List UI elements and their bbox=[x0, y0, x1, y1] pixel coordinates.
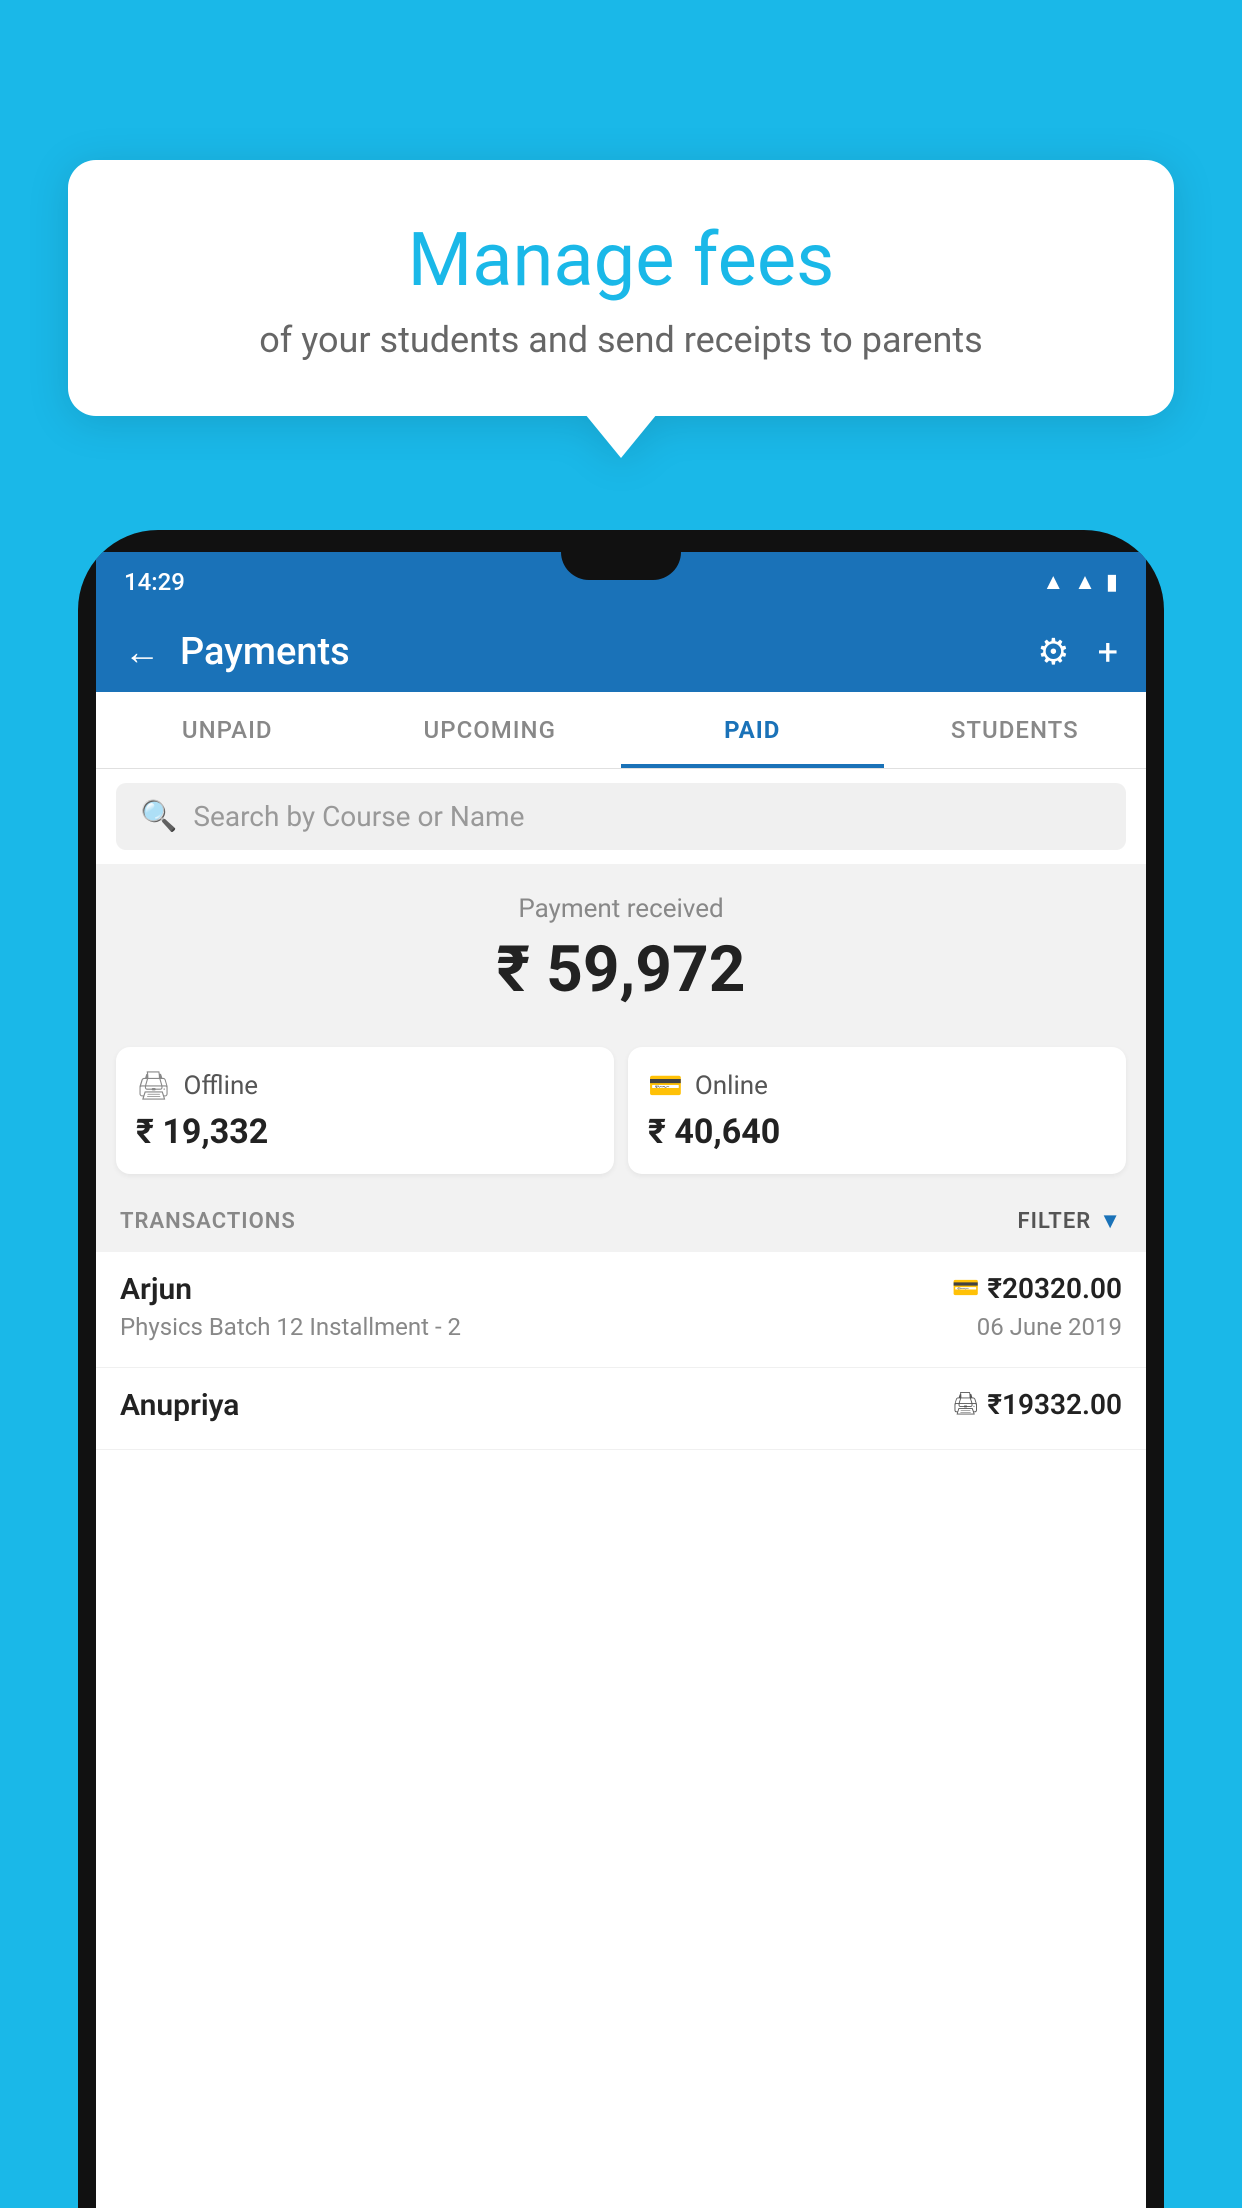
transaction-amount-1: ₹20320.00 bbox=[987, 1272, 1122, 1305]
transaction-amount-row-1: 💳 ₹20320.00 bbox=[952, 1272, 1122, 1305]
header-left: ← Payments bbox=[124, 630, 350, 674]
back-button[interactable]: ← bbox=[124, 631, 160, 673]
header-right: ⚙ + bbox=[1037, 631, 1118, 673]
settings-icon[interactable]: ⚙ bbox=[1037, 631, 1069, 673]
filter-label: FILTER bbox=[1018, 1209, 1092, 1234]
online-card: 💳 Online ₹ 40,640 bbox=[628, 1047, 1126, 1174]
payment-summary: Payment received ₹ 59,972 bbox=[96, 864, 1146, 1047]
filter-button[interactable]: FILTER ▼ bbox=[1018, 1208, 1122, 1234]
phone-frame: 14:29 ▲ ▲ ▮ ← Payments ⚙ + UNPAID UPCO bbox=[78, 530, 1164, 2208]
search-bar[interactable]: 🔍 Search by Course or Name bbox=[116, 783, 1126, 850]
tab-unpaid[interactable]: UNPAID bbox=[96, 692, 359, 768]
online-label: Online bbox=[695, 1071, 768, 1101]
add-icon[interactable]: + bbox=[1098, 631, 1118, 673]
app-screen: ← Payments ⚙ + UNPAID UPCOMING PAID STUD… bbox=[96, 612, 1146, 2208]
table-row[interactable]: Arjun 💳 ₹20320.00 Physics Batch 12 Insta… bbox=[96, 1252, 1146, 1368]
status-icons: ▲ ▲ ▮ bbox=[1042, 569, 1118, 595]
offline-amount: ₹ 19,332 bbox=[136, 1112, 594, 1152]
status-time: 14:29 bbox=[124, 568, 185, 596]
offline-icon: 🖨 bbox=[136, 1069, 172, 1102]
tab-upcoming[interactable]: UPCOMING bbox=[359, 692, 622, 768]
search-container: 🔍 Search by Course or Name bbox=[96, 769, 1146, 864]
payment-amount: ₹ 59,972 bbox=[116, 932, 1126, 1007]
bubble-title: Manage fees bbox=[118, 220, 1124, 301]
transaction-row-2: Anupriya 🖨 ₹19332.00 bbox=[120, 1388, 1122, 1423]
transaction-name-2: Anupriya bbox=[120, 1388, 239, 1423]
battery-icon: ▮ bbox=[1106, 570, 1118, 595]
app-header: ← Payments ⚙ + bbox=[96, 612, 1146, 692]
notch bbox=[561, 552, 681, 580]
offline-payment-icon: 🖨 bbox=[951, 1392, 979, 1417]
payment-cards: 🖨 Offline ₹ 19,332 💳 Online ₹ 40,640 bbox=[96, 1047, 1146, 1174]
offline-card: 🖨 Offline ₹ 19,332 bbox=[116, 1047, 614, 1174]
offline-card-header: 🖨 Offline bbox=[136, 1069, 594, 1102]
signal-icon: ▲ bbox=[1074, 569, 1096, 595]
transaction-course-1: Physics Batch 12 Installment - 2 bbox=[120, 1313, 461, 1341]
online-amount: ₹ 40,640 bbox=[648, 1112, 1106, 1152]
transaction-amount-row-2: 🖨 ₹19332.00 bbox=[951, 1388, 1122, 1421]
header-title: Payments bbox=[180, 630, 350, 674]
transaction-row-1: Arjun 💳 ₹20320.00 bbox=[120, 1272, 1122, 1307]
tab-paid[interactable]: PAID bbox=[621, 692, 884, 768]
transaction-detail-row-1: Physics Batch 12 Installment - 2 06 June… bbox=[120, 1313, 1122, 1341]
tab-students[interactable]: STUDENTS bbox=[884, 692, 1147, 768]
transactions-list: Arjun 💳 ₹20320.00 Physics Batch 12 Insta… bbox=[96, 1252, 1146, 2208]
online-card-header: 💳 Online bbox=[648, 1069, 1106, 1102]
transactions-header: TRANSACTIONS FILTER ▼ bbox=[96, 1190, 1146, 1252]
speech-bubble: Manage fees of your students and send re… bbox=[68, 160, 1174, 416]
transactions-label: TRANSACTIONS bbox=[120, 1209, 296, 1234]
transaction-name-1: Arjun bbox=[120, 1272, 192, 1307]
card-payment-icon: 💳 bbox=[952, 1276, 979, 1301]
wifi-icon: ▲ bbox=[1042, 569, 1064, 595]
online-icon: 💳 bbox=[648, 1069, 683, 1102]
filter-icon: ▼ bbox=[1099, 1208, 1122, 1234]
transaction-amount-2: ₹19332.00 bbox=[987, 1388, 1122, 1421]
search-input[interactable]: Search by Course or Name bbox=[193, 800, 524, 833]
search-icon: 🔍 bbox=[140, 799, 177, 834]
table-row[interactable]: Anupriya 🖨 ₹19332.00 bbox=[96, 1368, 1146, 1450]
status-bar: 14:29 ▲ ▲ ▮ bbox=[96, 552, 1146, 612]
offline-label: Offline bbox=[184, 1071, 259, 1101]
payment-received-label: Payment received bbox=[116, 894, 1126, 924]
bubble-subtitle: of your students and send receipts to pa… bbox=[118, 319, 1124, 361]
transaction-date-1: 06 June 2019 bbox=[977, 1313, 1122, 1341]
tabs: UNPAID UPCOMING PAID STUDENTS bbox=[96, 692, 1146, 769]
